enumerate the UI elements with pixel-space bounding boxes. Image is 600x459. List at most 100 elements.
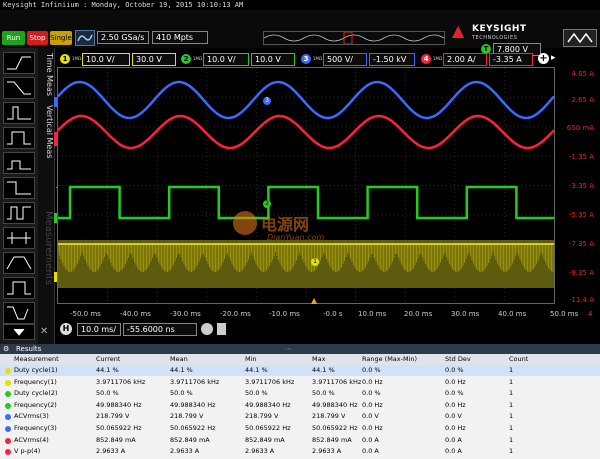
- table-row[interactable]: ACVrms(3) 218.799 V 218.799 V 218.799 V 218.…: [0, 411, 600, 422]
- ch1-offset-field[interactable]: 30.0 V: [132, 53, 176, 66]
- col-max[interactable]: Max: [312, 354, 325, 365]
- col-mean[interactable]: Mean: [170, 354, 188, 365]
- window-title: Keysight Infiniium : Monday, October 19,…: [0, 0, 600, 10]
- col-std-dev[interactable]: Std Dev: [445, 354, 471, 365]
- setup-hold-trigger-icon[interactable]: [3, 252, 35, 274]
- cell-count: 1: [509, 424, 514, 432]
- table-row[interactable]: ACVrms(4) 852.849 mA 852.849 mA 852.849 mA 8…: [0, 435, 600, 446]
- col-count[interactable]: Count: [509, 354, 528, 365]
- pattern-trigger-icon[interactable]: [3, 202, 35, 224]
- cell-max: 852.849 mA: [312, 435, 352, 444]
- ch2-scale-field[interactable]: 10.0 V/: [203, 53, 249, 66]
- ch3-offset-field[interactable]: -1.50 kV: [369, 53, 415, 66]
- glitch-trigger-icon[interactable]: [3, 102, 35, 124]
- state-trigger-icon[interactable]: [3, 277, 35, 299]
- expand-arrow-icon[interactable]: ▸: [551, 53, 556, 63]
- runt-trigger-icon[interactable]: [3, 152, 35, 174]
- tab-time-meas[interactable]: Time Meas: [38, 52, 54, 98]
- ch1-scale-field[interactable]: 10.0 V/: [82, 53, 130, 66]
- single-button[interactable]: Single: [50, 31, 72, 45]
- ch4-badge[interactable]: 4: [421, 54, 431, 64]
- tab-vertical-meas[interactable]: Vertical Meas: [38, 104, 54, 160]
- horizontal-badge[interactable]: H: [60, 323, 72, 335]
- cell-std-dev: 0.0 Hz: [445, 400, 466, 409]
- cell-name: V p-p(4): [14, 447, 41, 456]
- cell-min: 44.1 %: [245, 366, 268, 374]
- y-label-2: 2.65 A: [571, 96, 594, 104]
- cell-current: 218.799 V: [96, 412, 130, 421]
- ch3-scale-field[interactable]: 500 V/: [323, 53, 367, 66]
- results-grip-icon[interactable]: ⋯: [285, 344, 292, 354]
- table-row[interactable]: Duty cycle(2) 50.0 % 50.0 % 50.0 % 50.0 % 0.0…: [0, 388, 600, 399]
- x-label-3: -30.0 ms: [170, 310, 201, 318]
- lock-icon[interactable]: [217, 323, 226, 335]
- table-row[interactable]: Frequency(1) 3.9711706 kHz 3.9711706 kHz 3.…: [0, 377, 600, 388]
- cell-max: 2.9633 A: [312, 447, 342, 456]
- col-measurement[interactable]: Measurement: [14, 354, 59, 365]
- cell-mean: 218.799 V: [170, 412, 204, 421]
- x-label-10: 40.0 ms: [498, 310, 527, 318]
- memory-depth-field[interactable]: 410 Mpts: [152, 31, 208, 44]
- cell-range: 0.0 %: [362, 389, 381, 398]
- transition-trigger-icon[interactable]: [3, 302, 35, 324]
- ch3-badge[interactable]: 3: [301, 54, 311, 64]
- ch1-badge[interactable]: 1: [60, 54, 70, 64]
- cell-min: 852.849 mA: [245, 435, 285, 444]
- add-channel-icon[interactable]: +: [538, 53, 549, 64]
- ch2-impedance: 1MΩ: [193, 56, 203, 61]
- window-trigger-icon[interactable]: [3, 227, 35, 249]
- time-position-field[interactable]: -55.6000 ns: [123, 323, 197, 336]
- ch2-offset-field[interactable]: 10.0 V: [251, 53, 295, 66]
- tab-close-icon[interactable]: ✕: [40, 326, 48, 337]
- cell-min: 50.0 %: [245, 389, 268, 398]
- x-label-9: 30.0 ms: [451, 310, 480, 318]
- cell-min: 49.988340 Hz: [245, 400, 291, 409]
- x-label-8: 20.0 ms: [404, 310, 433, 318]
- palette-scroll-down-icon[interactable]: [3, 324, 35, 340]
- zoom-icon[interactable]: [201, 323, 213, 335]
- cell-range: 0.0 %: [362, 366, 381, 374]
- timeout-trigger-icon[interactable]: [3, 177, 35, 199]
- ch2-badge[interactable]: 2: [181, 54, 191, 64]
- sample-rate-field[interactable]: 2.50 GSa/s: [97, 31, 149, 44]
- table-row[interactable]: Frequency(3) 50.065922 Hz 50.065922 Hz 50.0…: [0, 423, 600, 434]
- ch4-offset-field[interactable]: -3.35 A: [489, 53, 533, 66]
- col-min[interactable]: Min: [245, 354, 257, 365]
- channel-dot-icon: [5, 402, 11, 409]
- col-current[interactable]: Current: [96, 354, 120, 365]
- menu-collapse-icon[interactable]: [563, 29, 597, 47]
- channel-dot-icon: [5, 391, 11, 398]
- waveform-overview[interactable]: [263, 31, 445, 45]
- ch4-scale-field[interactable]: 2.00 A/: [443, 53, 487, 66]
- col-range[interactable]: Range (Max-Min): [362, 354, 417, 365]
- cell-current: 2.9633 A: [96, 447, 126, 456]
- stop-button[interactable]: Stop: [27, 31, 48, 45]
- cell-current: 50.0 %: [96, 389, 119, 398]
- keysight-mark-icon: ▲: [452, 21, 465, 40]
- edge-trigger-icon[interactable]: [3, 52, 35, 74]
- trigger-position-marker[interactable]: ▲: [311, 296, 317, 305]
- table-row[interactable]: V p-p(4) 2.9633 A 2.9633 A 2.9633 A 2.9633 A…: [0, 446, 600, 457]
- x-label-4: -20.0 ms: [220, 310, 251, 318]
- watermark-logo-icon: [233, 211, 257, 235]
- waveform-display[interactable]: 电源网 DianYuan.com 3 2 1 ▲: [57, 67, 555, 305]
- logo-tagline: TECHNOLOGIES: [472, 35, 518, 41]
- cell-range: 0.0 V: [362, 412, 379, 421]
- slew-trigger-icon[interactable]: [3, 77, 35, 99]
- logo-text: KEYSIGHT: [472, 24, 527, 34]
- y-label-4: -1.35 A: [568, 153, 594, 161]
- results-header: ⚙ Results ⋯: [0, 344, 600, 354]
- pulse-width-trigger-icon[interactable]: [3, 127, 35, 149]
- table-row[interactable]: Duty cycle(1) 44.1 % 44.1 % 44.1 % 44.1 % 0.0…: [0, 365, 600, 376]
- run-button[interactable]: Run: [2, 31, 25, 45]
- cell-range: 0.0 A: [362, 435, 379, 444]
- cell-name: Duty cycle(2): [14, 389, 58, 398]
- autoscale-icon[interactable]: [75, 30, 95, 46]
- measurement-tabs: Time Meas Vertical Meas Measurements ✕: [38, 48, 55, 344]
- x-label-ch4: 4: [588, 310, 593, 318]
- tab-measurements[interactable]: Measurements: [38, 188, 54, 308]
- table-row[interactable]: Frequency(2) 49.988340 Hz 49.988340 Hz 49.9…: [0, 400, 600, 411]
- time-scale-field[interactable]: 10.0 ms/: [77, 323, 121, 336]
- cell-current: 3.9711706 kHz: [96, 377, 146, 386]
- y-label-1: 4.65 A: [571, 70, 594, 78]
